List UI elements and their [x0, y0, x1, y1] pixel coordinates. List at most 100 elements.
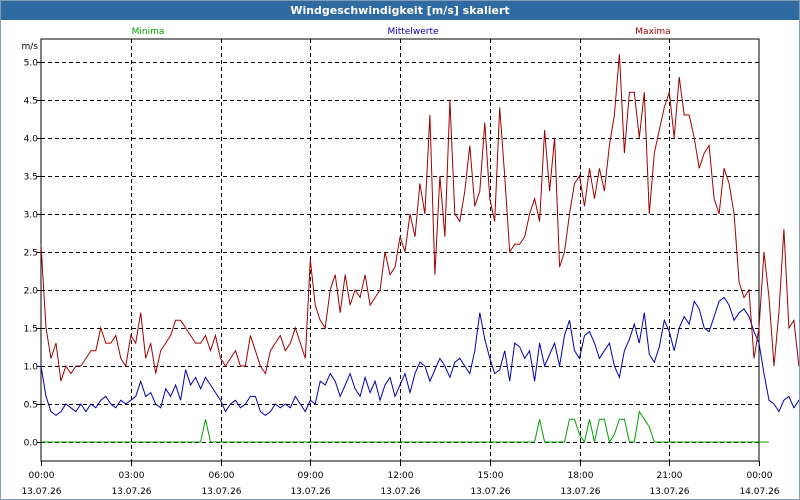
data-point [544, 441, 545, 442]
data-point [115, 407, 116, 408]
y-tick-label: 0.0 [24, 439, 39, 449]
data-point [554, 441, 555, 442]
data-point [320, 320, 321, 321]
data-point [315, 403, 316, 404]
data-point [664, 441, 665, 442]
data-point [210, 441, 211, 442]
data-point [55, 441, 56, 442]
data-point [270, 411, 271, 412]
data-point [345, 274, 346, 275]
data-point [250, 396, 251, 397]
data-point [95, 441, 96, 442]
data-point [195, 343, 196, 344]
data-point [125, 441, 126, 442]
data-point [524, 358, 525, 359]
data-point [574, 419, 575, 420]
data-point [604, 419, 605, 420]
data-point [743, 441, 744, 442]
data-point [689, 441, 690, 442]
data-point [464, 441, 465, 442]
data-point [235, 350, 236, 351]
data-point [409, 441, 410, 442]
data-point [245, 403, 246, 404]
data-point [50, 411, 51, 412]
data-point [614, 365, 615, 366]
data-point [155, 403, 156, 404]
data-point [763, 373, 764, 374]
data-point [315, 441, 316, 442]
data-point [594, 441, 595, 442]
data-point [220, 358, 221, 359]
data-point [404, 251, 405, 252]
data-point [449, 99, 450, 100]
data-point [350, 441, 351, 442]
data-point [384, 384, 385, 385]
data-point [679, 76, 680, 77]
data-point [384, 251, 385, 252]
data-point [110, 441, 111, 442]
data-point [739, 282, 740, 283]
data-point [459, 358, 460, 359]
data-point [773, 365, 774, 366]
data-point [140, 441, 141, 442]
data-point [714, 441, 715, 442]
data-point [55, 415, 56, 416]
data-point [200, 441, 201, 442]
data-point [549, 441, 550, 442]
data-point [469, 145, 470, 146]
data-point [773, 403, 774, 404]
y-tick-label: 4.5 [24, 97, 38, 107]
data-point [315, 305, 316, 306]
data-point [609, 441, 610, 442]
data-point [230, 441, 231, 442]
data-point [529, 350, 530, 351]
data-point [295, 396, 296, 397]
data-point [529, 441, 530, 442]
data-point [694, 137, 695, 138]
data-point [758, 343, 759, 344]
data-point [753, 331, 754, 332]
data-point [130, 441, 131, 442]
data-point [195, 377, 196, 378]
x-tick-time-label: 09:00 [298, 471, 324, 481]
data-point [719, 441, 720, 442]
y-axis-label: m/s [22, 42, 39, 52]
data-point [260, 365, 261, 366]
data-point [419, 362, 420, 363]
data-point [599, 419, 600, 420]
data-point [335, 441, 336, 442]
x-tick-date-label: 13.07.26 [649, 487, 689, 497]
x-tick-date-label: 13.07.26 [470, 487, 510, 497]
data-point [310, 441, 311, 442]
x-tick-time-label: 03:00 [119, 471, 145, 481]
data-point [275, 403, 276, 404]
data-point [429, 381, 430, 382]
data-point [748, 289, 749, 290]
data-point [325, 441, 326, 442]
data-point [135, 396, 136, 397]
data-point [320, 441, 321, 442]
data-point [664, 320, 665, 321]
data-point [514, 244, 515, 245]
data-point [110, 343, 111, 344]
data-point [370, 305, 371, 306]
data-point [300, 441, 301, 442]
data-point [758, 327, 759, 328]
data-point [45, 327, 46, 328]
data-point [200, 388, 201, 389]
data-point [464, 191, 465, 192]
data-point [340, 396, 341, 397]
data-point [345, 384, 346, 385]
data-point [619, 377, 620, 378]
data-point [439, 441, 440, 442]
data-point [65, 365, 66, 366]
data-point [724, 168, 725, 169]
data-point [210, 350, 211, 351]
data-point [380, 441, 381, 442]
data-point [544, 130, 545, 131]
data-point [240, 441, 241, 442]
data-point [534, 198, 535, 199]
x-tick-date-label: 13.07.26 [21, 487, 61, 497]
data-point [429, 441, 430, 442]
data-point [305, 411, 306, 412]
